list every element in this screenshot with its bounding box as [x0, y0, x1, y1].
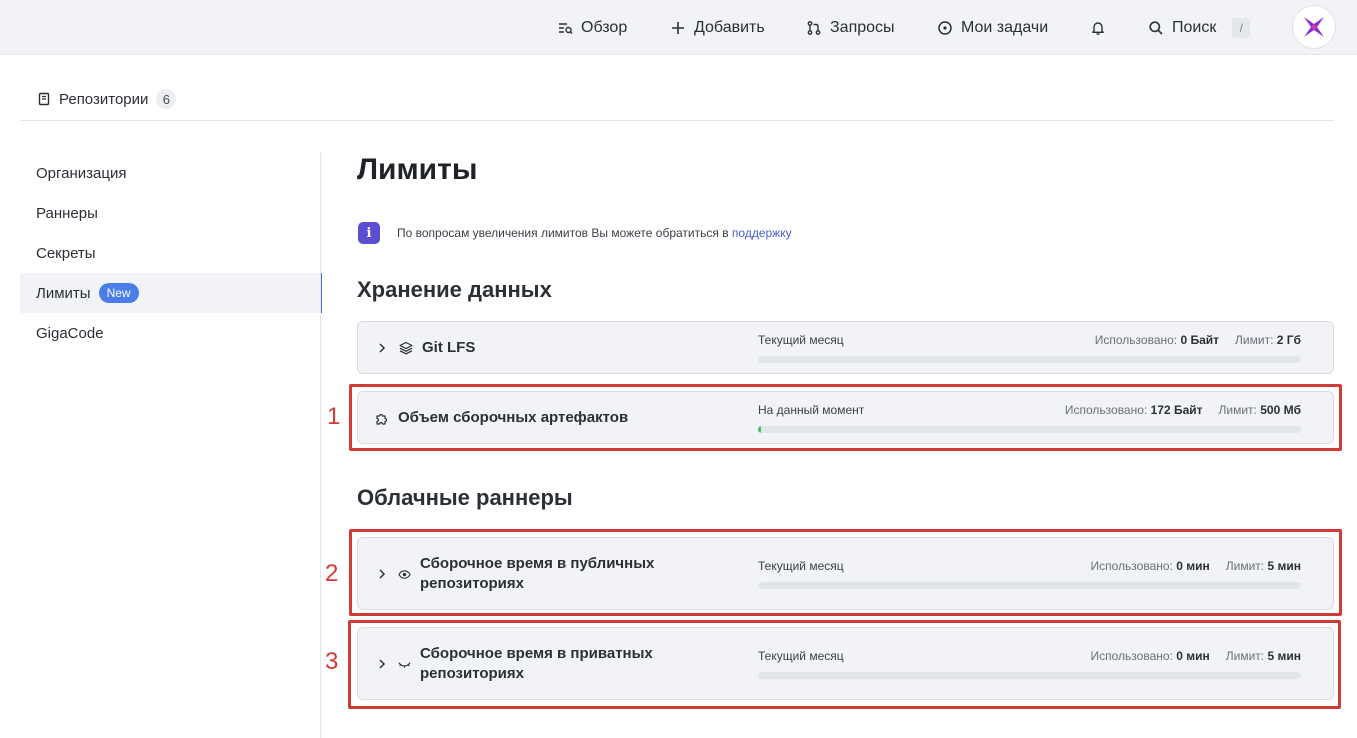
nav-overview[interactable]: Обзор: [557, 0, 627, 55]
nav-my-tasks[interactable]: Мои задачи: [937, 0, 1048, 55]
info-text: По вопросам увеличения лимитов Вы можете…: [397, 226, 729, 240]
annotation-number: 3: [325, 648, 339, 675]
chevron-right-icon[interactable]: [376, 342, 388, 354]
nav-requests[interactable]: Запросы: [806, 0, 895, 55]
limit-label: Лимит:: [1235, 333, 1274, 347]
annotation-box: [349, 529, 1342, 616]
sidebar-divider: [320, 153, 321, 738]
used-value: 0 Байт: [1180, 333, 1220, 347]
sidebar-item-secrets[interactable]: Секреты: [20, 233, 321, 273]
search-shortcut-key: /: [1232, 17, 1251, 38]
nav-overview-label: Обзор: [581, 18, 628, 36]
limit-card-usage: Использовано: 0 Байт Лимит: 2 Гб: [1095, 333, 1301, 347]
sidebar-item-label: Лимиты: [36, 284, 91, 302]
book-icon: [38, 92, 50, 106]
nav-add[interactable]: Добавить: [670, 0, 765, 55]
sidebar-item-label: Секреты: [36, 244, 96, 262]
sidebar-item-label: Организация: [36, 164, 127, 182]
limit-card-title: Git LFS: [422, 339, 476, 356]
annotation-number: 1: [327, 403, 341, 430]
limit-card-git-lfs[interactable]: Git LFS Текущий месяц Использовано: 0 Ба…: [357, 321, 1334, 374]
usage-progress-bar: [758, 356, 1301, 363]
avatar[interactable]: [1292, 5, 1336, 49]
tab-repositories-label: Репозитории: [59, 90, 149, 108]
sidebar-item-organization[interactable]: Организация: [20, 153, 321, 193]
nav-my-tasks-label: Мои задачи: [961, 18, 1049, 36]
info-notice-text: По вопросам увеличения лимитов Вы можете…: [397, 226, 792, 240]
annotation-box: [348, 620, 1341, 709]
annotation-box: [349, 384, 1342, 451]
info-icon: i: [358, 222, 380, 244]
search-label: Поиск: [1172, 18, 1217, 36]
user-logo-icon: [1304, 17, 1324, 37]
new-badge: New: [98, 283, 139, 303]
annotation-number: 2: [325, 560, 339, 587]
sidebar-item-runners[interactable]: Раннеры: [20, 193, 321, 233]
used-label: Использовано:: [1094, 333, 1178, 347]
repositories-count-badge: 6: [156, 89, 177, 109]
plus-icon: [672, 21, 684, 34]
sidebar-item-limits[interactable]: Лимиты New: [20, 273, 322, 313]
limit-card-period: Текущий месяц: [758, 333, 844, 347]
notifications-button[interactable]: [1090, 0, 1106, 55]
pull-request-icon: [807, 20, 821, 35]
support-link[interactable]: поддержку: [732, 226, 792, 240]
top-navigation-bar: Обзор Добавить Запросы Мои задачи Поиск …: [0, 0, 1357, 55]
nav-requests-label: Запросы: [830, 18, 895, 36]
overview-icon: [559, 22, 573, 34]
sidebar-item-label: Раннеры: [36, 204, 98, 222]
tabs-row: Репозитории 6: [20, 80, 1334, 121]
settings-sidebar: Организация Раннеры Секреты Лимиты New G…: [20, 153, 322, 353]
layers-icon: [399, 341, 413, 355]
info-notice: i По вопросам увеличения лимитов Вы може…: [358, 222, 792, 244]
section-title-storage: Хранение данных: [357, 277, 552, 302]
sidebar-item-gigacode[interactable]: GigaCode: [20, 313, 321, 353]
section-title-cloud-runners: Облачные раннеры: [357, 485, 573, 510]
bell-icon: [1092, 21, 1104, 35]
search-button[interactable]: Поиск /: [1148, 0, 1251, 55]
tab-repositories[interactable]: Репозитории 6: [37, 89, 177, 109]
limit-value: 2 Гб: [1276, 333, 1301, 347]
nav-add-label: Добавить: [694, 18, 765, 36]
circle-dot-icon: [938, 20, 952, 35]
sidebar-item-label: GigaCode: [36, 324, 104, 342]
search-icon: [1149, 20, 1163, 35]
page-title: Лимиты: [357, 153, 478, 186]
